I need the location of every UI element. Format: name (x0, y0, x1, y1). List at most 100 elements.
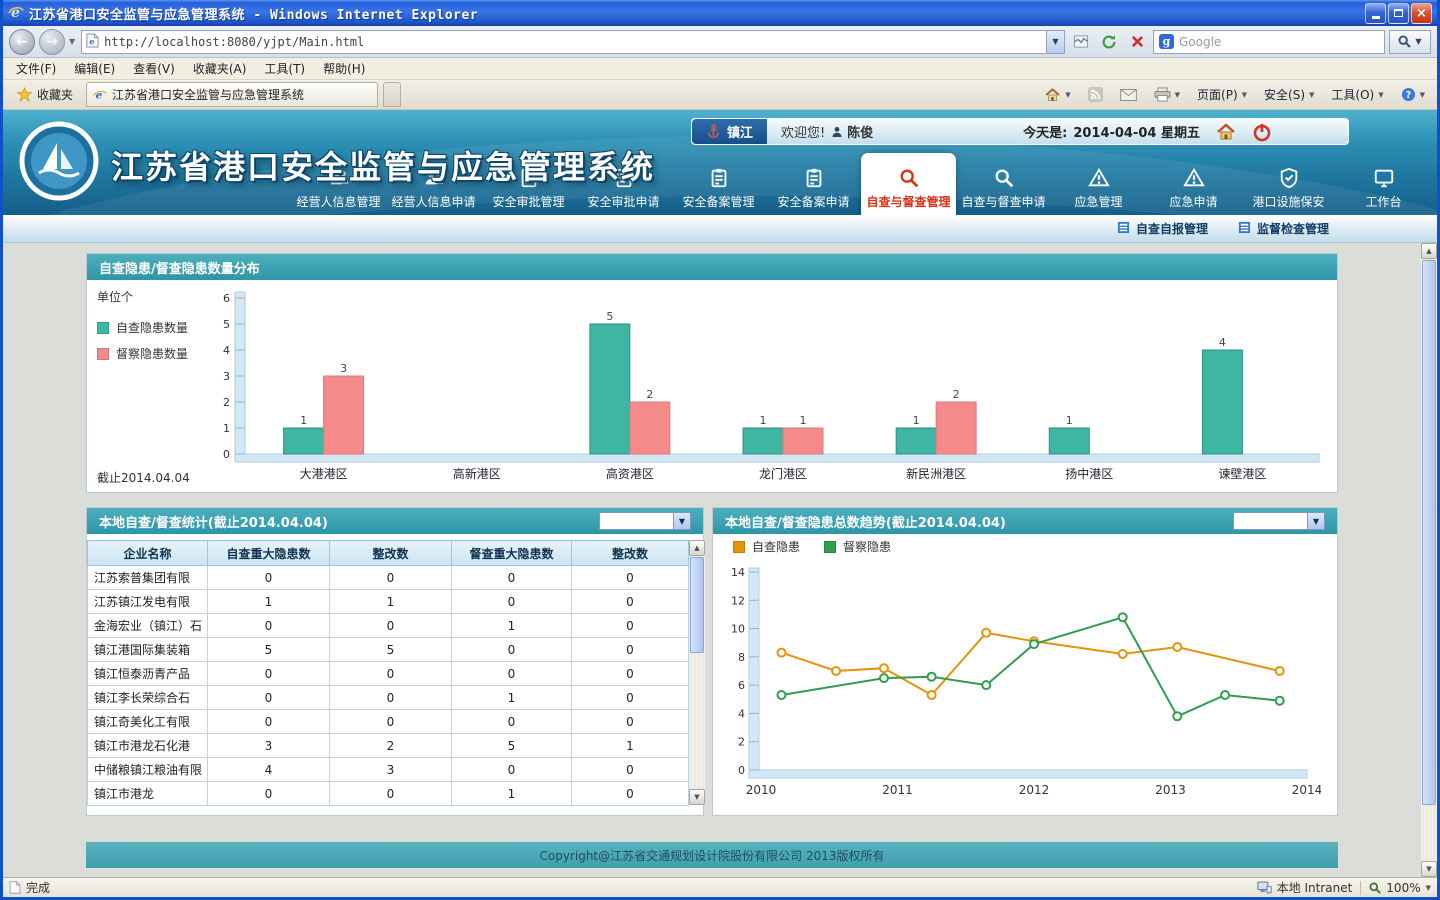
scroll-up-icon[interactable]: ▲ (689, 540, 705, 556)
portal-home-icon[interactable] (1216, 122, 1236, 142)
nav-item-workbench[interactable]: 工作台 (1336, 153, 1431, 215)
help-menu[interactable]: ?▼ (1395, 84, 1431, 105)
scroll-down-icon[interactable]: ▼ (1421, 861, 1437, 877)
table-row[interactable]: 镇江市港龙石化港3251 (88, 734, 689, 758)
panel-title: 自查隐患/督查隐患数量分布 (99, 258, 260, 277)
value-cell: 0 (452, 758, 572, 782)
value-cell: 5 (208, 638, 330, 662)
nav-item-safety-record-apply[interactable]: 安全备案申请 (766, 153, 861, 215)
table-row[interactable]: 江苏镇江发电有限1100 (88, 590, 689, 614)
table-row[interactable]: 中储粮镇江粮油有限4300 (88, 758, 689, 782)
back-button[interactable]: ← (9, 29, 35, 55)
menu-item-5[interactable]: 帮助(H) (314, 57, 374, 80)
search-input[interactable]: g Google (1153, 30, 1385, 54)
print-button[interactable]: ▼ (1148, 84, 1186, 105)
value-cell: 0 (330, 662, 452, 686)
chevron-down-icon[interactable]: ▼ (1307, 513, 1324, 529)
menu-bar: 文件(F)编辑(E)查看(V)收藏夹(A)工具(T)帮助(H) (3, 58, 1437, 80)
nav-item-label: 安全备案管理 (682, 193, 754, 210)
svg-text:4: 4 (223, 344, 230, 357)
minimize-button[interactable] (1365, 3, 1386, 24)
history-dropdown-icon[interactable]: ▼ (69, 37, 75, 46)
nav-item-label: 港口设施保安 (1252, 193, 1324, 210)
new-tab-stub[interactable] (383, 82, 401, 107)
table-row[interactable]: 镇江港国际集装箱5500 (88, 638, 689, 662)
home-button[interactable]: ▼ (1038, 84, 1076, 106)
nav-item-emergency-apply[interactable]: 应急申请 (1146, 153, 1241, 215)
scroll-down-icon[interactable]: ▼ (689, 789, 705, 805)
table-scrollbar[interactable]: ▲ ▼ (689, 540, 705, 805)
table-row[interactable]: 镇江奇美化工有限0000 (88, 710, 689, 734)
compatibility-view-button[interactable] (1069, 30, 1093, 54)
svg-text:1: 1 (760, 414, 767, 427)
panel-title: 本地自查/督查隐患总数趋势(截止2014.04.04) (725, 512, 1006, 531)
table-row[interactable]: 江苏索普集团有限0000 (88, 566, 689, 590)
home-icon (1044, 87, 1061, 103)
table-row[interactable]: 镇江市港龙0010 (88, 782, 689, 806)
subnav-item-self-report-management[interactable]: 自查自报管理 (1117, 220, 1208, 237)
menu-item-3[interactable]: 收藏夹(A) (184, 57, 256, 80)
table-filter-dropdown[interactable]: ▼ (599, 512, 691, 530)
browser-tab[interactable]: e 江苏省港口安全监管与应急管理系统 (86, 82, 378, 107)
close-button[interactable]: × (1411, 3, 1432, 24)
panel-header: 自查隐患/督查隐患数量分布 (87, 254, 1337, 280)
forward-button[interactable]: → (39, 29, 65, 55)
read-mail-button[interactable] (1114, 86, 1143, 104)
value-cell: 5 (330, 638, 452, 662)
legend-swatch (97, 322, 109, 334)
stop-button[interactable] (1125, 30, 1149, 54)
svg-text:扬中港区: 扬中港区 (1065, 466, 1113, 481)
table-row[interactable]: 镇江李长荣综合石0010 (88, 686, 689, 710)
subnav-item-supervision-check-management[interactable]: 监督检查管理 (1238, 220, 1329, 237)
nav-item-emergency-management[interactable]: 应急管理 (1051, 153, 1146, 215)
anchor-icon (706, 124, 721, 139)
svg-text:龙门港区: 龙门港区 (759, 466, 807, 481)
app-logo (19, 121, 99, 201)
menu-item-0[interactable]: 文件(F) (7, 57, 65, 80)
menu-item-2[interactable]: 查看(V) (124, 57, 184, 80)
svg-text:新民洲港区: 新民洲港区 (906, 466, 966, 481)
refresh-button[interactable] (1097, 30, 1121, 54)
scroll-thumb[interactable] (690, 557, 704, 653)
trend-filter-dropdown[interactable]: ▼ (1233, 512, 1325, 530)
feeds-button[interactable] (1082, 84, 1109, 105)
legend-item: 督察隐患 (824, 538, 891, 555)
window-title: 江苏省港口安全监管与应急管理系统 - Windows Internet Expl… (29, 4, 1360, 23)
restore-button[interactable] (1388, 3, 1409, 24)
svg-text:2: 2 (953, 388, 960, 401)
logout-icon[interactable] (1252, 122, 1272, 142)
magnifier-icon (1369, 882, 1381, 894)
zoom-control[interactable]: 100% ▼ (1369, 881, 1431, 895)
asof-label: 截止2014.04.04 (97, 469, 203, 486)
chevron-down-icon[interactable]: ▼ (673, 513, 690, 529)
chevron-down-icon[interactable]: ▼ (1046, 31, 1064, 53)
tools-menu[interactable]: 工具(O)▼ (1325, 83, 1389, 106)
table-row[interactable]: 镇江恒泰沥青产品0000 (88, 662, 689, 686)
current-user[interactable]: 陈俊 (847, 122, 873, 141)
nav-item-self-inspection-supervision-apply[interactable]: 自查与督查申请 (956, 153, 1051, 215)
favorites-button[interactable]: 收藏夹 (9, 82, 81, 107)
svg-text:2010: 2010 (746, 783, 777, 797)
subnav-item-label: 自查自报管理 (1136, 220, 1208, 237)
scroll-up-icon[interactable]: ▲ (1421, 243, 1437, 259)
nav-item-safety-record-management[interactable]: 安全备案管理 (671, 153, 766, 215)
menu-item-4[interactable]: 工具(T) (255, 57, 314, 80)
scroll-thumb[interactable] (1422, 260, 1436, 805)
svg-text:14: 14 (731, 566, 745, 579)
svg-text:6: 6 (223, 292, 230, 305)
city-tab[interactable]: 镇江 (692, 119, 767, 144)
table-header-cell: 整改数 (330, 541, 452, 566)
search-button[interactable]: ▼ (1389, 30, 1431, 54)
browser-address-bar: ← → ▼ e http://localhost:8080/yjpt/Main.… (3, 26, 1437, 58)
nav-item-port-facility-security[interactable]: 港口设施保安 (1241, 153, 1336, 215)
page-menu[interactable]: 页面(P)▼ (1191, 83, 1253, 106)
page-scrollbar[interactable]: ▲ ▼ (1421, 243, 1437, 877)
menu-item-1[interactable]: 编辑(E) (65, 57, 124, 80)
svg-text:高新港区: 高新港区 (453, 466, 501, 481)
nav-item-self-inspection-supervision-management[interactable]: 自查与督查管理 (861, 153, 956, 215)
safety-menu[interactable]: 安全(S)▼ (1258, 83, 1320, 106)
address-input[interactable]: e http://localhost:8080/yjpt/Main.html ▼ (81, 30, 1065, 54)
table-row[interactable]: 金海宏业（镇江）石0010 (88, 614, 689, 638)
chevron-down-icon[interactable]: ▼ (1426, 884, 1431, 892)
printer-icon (1154, 87, 1171, 102)
